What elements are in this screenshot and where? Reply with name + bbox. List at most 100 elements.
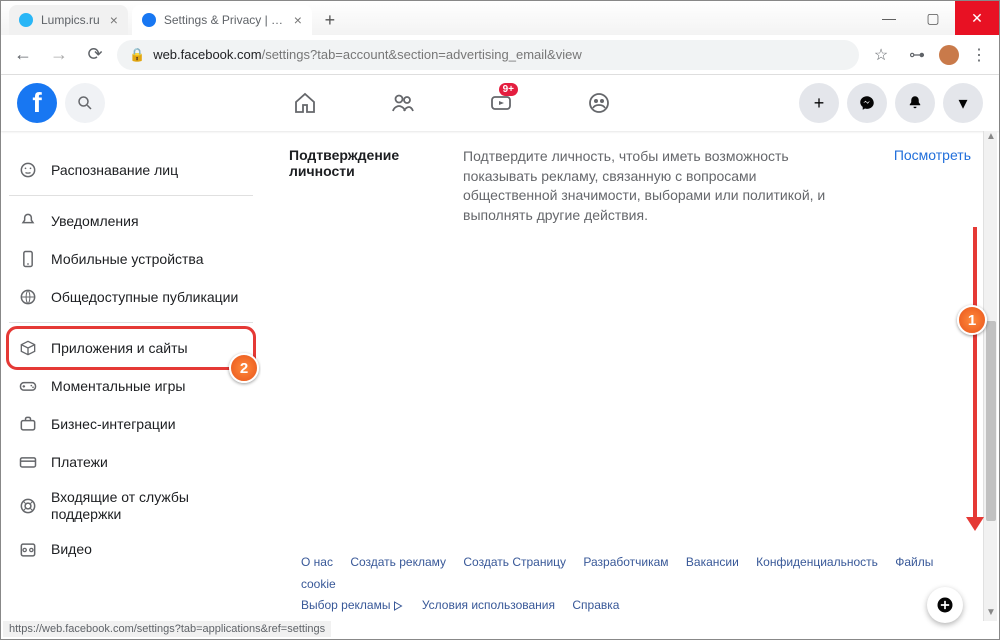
scroll-thumb[interactable] bbox=[986, 321, 996, 521]
tab-lumpics[interactable]: Lumpics.ru × bbox=[9, 5, 128, 35]
nav-home[interactable] bbox=[260, 79, 350, 127]
new-message-fab[interactable] bbox=[927, 587, 963, 623]
star-icon[interactable]: ☆ bbox=[867, 45, 895, 65]
scroll-down-icon[interactable]: ▼ bbox=[984, 607, 998, 621]
fb-header-right: + ▾ bbox=[799, 83, 983, 123]
sidebar-item-label: Моментальные игры bbox=[51, 378, 186, 395]
nav-friends[interactable] bbox=[358, 79, 448, 127]
sidebar-item-label: Бизнес-интеграции bbox=[51, 416, 176, 433]
fb-header: f 9+ + ▾ bbox=[1, 75, 999, 131]
annotation-marker-1: 1 bbox=[957, 305, 987, 335]
nav-groups[interactable] bbox=[554, 79, 644, 127]
sidebar-item-label: Приложения и сайты bbox=[51, 340, 188, 357]
view-link[interactable]: Посмотреть bbox=[871, 147, 971, 163]
section-title: Подтверждение личности bbox=[289, 147, 439, 179]
scrollbar[interactable]: ▲ ▼ bbox=[983, 131, 997, 621]
new-tab-button[interactable]: + bbox=[316, 10, 344, 31]
groups-icon bbox=[587, 91, 611, 115]
sidebar-item-face-recognition[interactable]: Распознавание лиц bbox=[9, 151, 253, 189]
sidebar-item-label: Видео bbox=[51, 541, 92, 558]
browser-titlebar: Lumpics.ru × Settings & Privacy | Facebo… bbox=[1, 1, 999, 35]
sidebar-item-label: Распознавание лиц bbox=[51, 162, 178, 179]
briefcase-icon bbox=[17, 413, 39, 435]
watch-badge: 9+ bbox=[499, 83, 518, 96]
forward-button[interactable]: → bbox=[45, 44, 73, 65]
reload-button[interactable]: ⟳ bbox=[81, 44, 109, 65]
notifications-button[interactable] bbox=[895, 83, 935, 123]
footer-link[interactable]: Условия использования bbox=[422, 598, 555, 612]
browser-menu-button[interactable]: ⋮ bbox=[967, 45, 991, 65]
adchoices-icon bbox=[392, 600, 404, 612]
key-icon[interactable]: ⊶ bbox=[903, 45, 931, 65]
maximize-button[interactable]: ▢ bbox=[911, 1, 955, 35]
footer-link[interactable]: Вакансии bbox=[686, 555, 739, 569]
generic-icon bbox=[17, 137, 39, 151]
scroll-up-icon[interactable]: ▲ bbox=[984, 131, 998, 145]
account-menu-button[interactable]: ▾ bbox=[943, 83, 983, 123]
fb-logo-icon[interactable]: f bbox=[17, 83, 57, 123]
search-icon bbox=[76, 94, 94, 112]
bell-icon bbox=[17, 210, 39, 232]
footer-link[interactable]: Разработчикам bbox=[583, 555, 668, 569]
fb-top-nav: 9+ bbox=[105, 79, 799, 127]
section-description: Подтвердите личность, чтобы иметь возмож… bbox=[463, 147, 847, 225]
address-bar: ← → ⟳ 🔒 web.facebook.com /settings?tab=a… bbox=[1, 35, 999, 75]
bell-icon bbox=[906, 94, 924, 112]
window-controls: — ▢ ✕ bbox=[867, 1, 999, 35]
favicon-icon bbox=[142, 13, 156, 27]
sidebar-item-label: Общедоступные публикации bbox=[51, 289, 238, 306]
sidebar-item-mobile[interactable]: Мобильные устройства bbox=[9, 240, 253, 278]
nav-watch[interactable]: 9+ bbox=[456, 79, 546, 127]
sidebar-item-videos[interactable]: Видео bbox=[9, 531, 253, 569]
back-button[interactable]: ← bbox=[9, 44, 37, 65]
browser-tabs: Lumpics.ru × Settings & Privacy | Facebo… bbox=[1, 5, 344, 35]
url-input[interactable]: 🔒 web.facebook.com /settings?tab=account… bbox=[117, 40, 859, 70]
url-host: web.facebook.com bbox=[153, 47, 261, 62]
footer-link-adchoices[interactable]: Выбор рекламы bbox=[301, 595, 404, 617]
url-path: /settings?tab=account&section=advertisin… bbox=[262, 47, 582, 62]
logo-letter: f bbox=[32, 87, 41, 119]
create-button[interactable]: + bbox=[799, 83, 839, 123]
footer-link[interactable]: О нас bbox=[301, 555, 333, 569]
footer-link[interactable]: Создать рекламу bbox=[350, 555, 446, 569]
footer-link[interactable]: Создать Страницу bbox=[463, 555, 566, 569]
close-window-button[interactable]: ✕ bbox=[955, 1, 999, 35]
phone-icon bbox=[17, 248, 39, 270]
face-icon bbox=[17, 159, 39, 181]
browser-status-bar: https://web.facebook.com/settings?tab=ap… bbox=[3, 621, 331, 637]
sidebar-item-label: Входящие от службы поддержки bbox=[51, 489, 245, 523]
sidebar-item-business-integrations[interactable]: Бизнес-интеграции bbox=[9, 405, 253, 443]
sidebar-item-partial[interactable] bbox=[9, 137, 253, 151]
life-ring-icon bbox=[17, 495, 39, 517]
annotation-arrow bbox=[973, 227, 977, 527]
sidebar-item-label: Мобильные устройства bbox=[51, 251, 204, 268]
annotation-marker-2: 2 bbox=[229, 353, 259, 383]
friends-icon bbox=[391, 91, 415, 115]
gamepad-icon bbox=[17, 375, 39, 397]
sidebar-item-apps-websites[interactable]: Приложения и сайты 2 bbox=[9, 329, 253, 367]
sidebar-item-payments[interactable]: Платежи bbox=[9, 443, 253, 481]
sidebar-item-notifications[interactable]: Уведомления bbox=[9, 202, 253, 240]
messenger-icon bbox=[858, 94, 876, 112]
footer-link[interactable]: Конфиденциальность bbox=[756, 555, 878, 569]
plus-circle-icon bbox=[935, 595, 955, 615]
minimize-button[interactable]: — bbox=[867, 1, 911, 35]
sidebar-item-support-inbox[interactable]: Входящие от службы поддержки bbox=[9, 481, 253, 531]
tab-title: Settings & Privacy | Facebook bbox=[164, 13, 284, 27]
sidebar-item-label: Уведомления bbox=[51, 213, 139, 230]
sidebar-item-label: Платежи bbox=[51, 454, 108, 471]
footer-link[interactable]: Справка bbox=[572, 598, 619, 612]
sidebar-item-instant-games[interactable]: Моментальные игры bbox=[9, 367, 253, 405]
close-icon[interactable]: × bbox=[294, 12, 302, 28]
sidebar-item-public-posts[interactable]: Общедоступные публикации bbox=[9, 278, 253, 316]
close-icon[interactable]: × bbox=[110, 12, 118, 28]
profile-avatar[interactable] bbox=[939, 45, 959, 65]
annotation-arrowhead bbox=[966, 517, 984, 531]
tab-facebook-settings[interactable]: Settings & Privacy | Facebook × bbox=[132, 5, 312, 35]
search-button[interactable] bbox=[65, 83, 105, 123]
messenger-button[interactable] bbox=[847, 83, 887, 123]
favicon-icon bbox=[19, 13, 33, 27]
tab-title: Lumpics.ru bbox=[41, 13, 100, 27]
settings-sidebar: Распознавание лиц Уведомления Мобильные … bbox=[1, 131, 261, 641]
film-icon bbox=[17, 539, 39, 561]
